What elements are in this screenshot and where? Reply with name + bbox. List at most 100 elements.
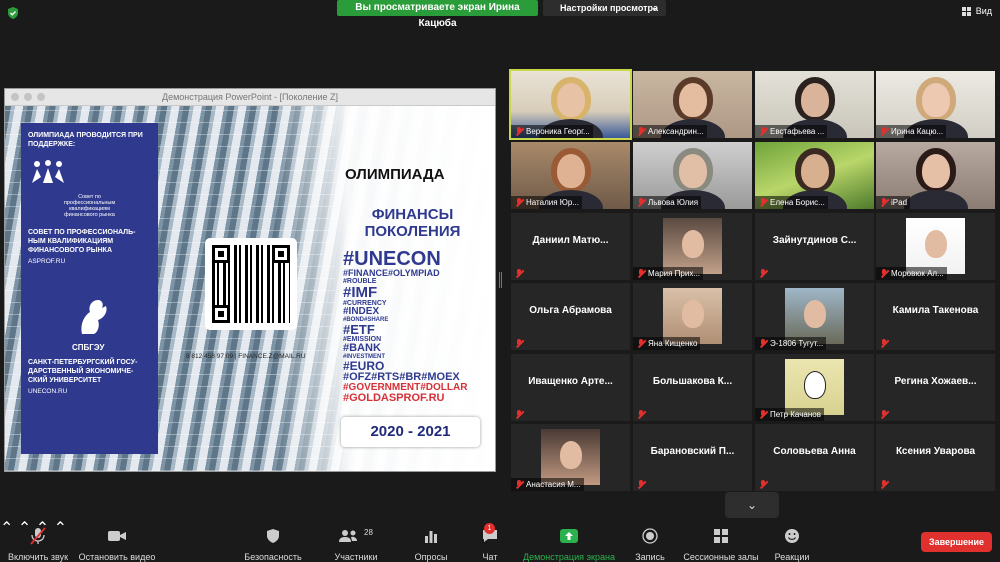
participants-button[interactable]: 28 Участники — [328, 527, 384, 562]
participant-name: Евстафьева ... — [770, 127, 825, 136]
participant-name-label: Анастасия М... — [511, 478, 584, 491]
chevron-down-icon: ⌄ — [746, 498, 758, 512]
participant-tile[interactable]: Ксения Уварова — [876, 424, 995, 491]
mic-muted-icon — [759, 127, 767, 136]
participant-name-display: Даниил Матю... — [532, 235, 609, 246]
participant-tile[interactable]: Барановский П... — [633, 424, 752, 491]
participant-tile[interactable]: Даниил Матю... — [511, 213, 630, 280]
participant-tile[interactable]: Елена Борис... — [755, 142, 874, 209]
participant-tile[interactable]: Ирина Кацю... — [876, 71, 995, 138]
university-name: САНКТ-ПЕТЕРБУРГСКИЙ ГОСУ-ДАРСТВЕННЫЙ ЭКО… — [28, 359, 138, 384]
participant-tile[interactable]: Яна Кищенко — [633, 283, 752, 350]
participant-name-label — [511, 408, 526, 421]
participant-name: Львова Юлия — [648, 198, 699, 207]
hashtag: #BANK — [343, 342, 381, 354]
polls-button[interactable]: Опросы — [410, 527, 452, 562]
view-button[interactable]: Вид — [961, 6, 992, 16]
participant-tile[interactable]: Евстафьева ... — [755, 71, 874, 138]
support-panel: ОЛИМПИАДА ПРОВОДИТСЯ ПРИ ПОДДЕРЖКЕ: Сове… — [21, 123, 158, 454]
participant-tile[interactable]: Вероника Георг... — [509, 69, 632, 140]
participants-label: Участники — [334, 552, 378, 562]
security-button[interactable]: Безопасность — [240, 527, 306, 562]
participant-tile[interactable]: Моровюк Ал... — [876, 213, 995, 280]
council-link: ASPROF.RU — [28, 258, 66, 265]
reactions-button[interactable]: Реакции — [772, 527, 812, 562]
participant-name: Яна Кищенко — [648, 339, 698, 348]
mic-muted-icon — [515, 127, 523, 136]
profile-photo — [541, 429, 600, 485]
participant-tile[interactable]: Соловьева Анна — [755, 424, 874, 491]
meeting-toolbar: Включить звук ⌃ Остановить видео ⌃ Безоп… — [0, 518, 1000, 562]
participant-tile[interactable]: Э-1806 Тугут... — [755, 283, 874, 350]
participant-name-label: Евстафьева ... — [755, 125, 828, 138]
hashtag: #ETF — [343, 322, 375, 337]
window-controls — [11, 93, 45, 101]
council-logo-icon — [32, 160, 64, 183]
participant-tile[interactable]: Камила Такенова — [876, 283, 995, 350]
view-options-label: Настройки просмотра — [560, 3, 659, 13]
participant-name: Александрин... — [648, 127, 704, 136]
gallery-next-page-button[interactable]: ⌄ — [725, 492, 779, 518]
stop-video-button[interactable]: Остановить видео — [78, 527, 156, 562]
participant-tile[interactable]: Наталия Юр... — [511, 142, 630, 209]
mic-muted-icon — [637, 339, 645, 348]
participant-tile[interactable]: Львова Юлия — [633, 142, 752, 209]
chat-unread-badge: 1 — [484, 523, 495, 534]
participant-name-label: Александрин... — [633, 125, 707, 138]
participant-tile[interactable]: iPad — [876, 142, 995, 209]
participant-name-label: Львова Юлия — [633, 196, 702, 209]
participant-tile[interactable]: Иващенко Арте... — [511, 354, 630, 421]
profile-photo — [663, 288, 722, 344]
participant-name: Петр Качанов — [770, 410, 821, 419]
top-bar: Вы просматриваете экран Ирина Кацюба Нас… — [0, 0, 1000, 29]
mic-muted-icon — [880, 198, 888, 207]
participants-icon — [339, 530, 358, 542]
view-button-label: Вид — [975, 6, 992, 16]
participant-name-display: Соловьева Анна — [773, 446, 856, 457]
participant-tile[interactable]: Александрин... — [633, 71, 752, 138]
university-link: UNECON.RU — [28, 388, 68, 395]
unmute-button[interactable]: Включить звук — [6, 527, 70, 562]
hashtag: #FINANCE#OLYMPIAD — [343, 268, 440, 278]
participant-tile[interactable]: Анастасия М... — [511, 424, 630, 491]
participant-tile[interactable]: Мария Прих... — [633, 213, 752, 280]
mic-muted-icon — [637, 269, 645, 278]
support-heading: ОЛИМПИАДА ПРОВОДИТСЯ ПРИ ПОДДЕРЖКЕ: — [28, 132, 143, 148]
participant-tile[interactable]: Петр Качанов — [755, 354, 874, 421]
view-options-dropdown[interactable]: Настройки просмотра ⌄ — [543, 0, 666, 16]
hashtag: #GOLDASPROF.RU — [343, 392, 445, 404]
breakout-rooms-button[interactable]: Сессионные залы — [682, 527, 760, 562]
olympiad-heading: ОЛИМПИАДА — [345, 166, 445, 183]
breakout-rooms-icon — [714, 529, 728, 543]
participant-name-label — [876, 337, 891, 350]
participant-tile[interactable]: Зайнутдинов С... — [755, 213, 874, 280]
participant-name: Анастасия М... — [526, 480, 581, 489]
participant-name-display: Барановский П... — [650, 446, 735, 457]
participant-name-label: Елена Борис... — [755, 196, 828, 209]
participant-tile[interactable]: Регина Хожаев... — [876, 354, 995, 421]
mic-muted-icon — [880, 339, 888, 348]
end-meeting-button[interactable]: Завершение — [921, 532, 992, 552]
shield-check-icon[interactable] — [6, 6, 20, 20]
participant-name: Вероника Георг... — [526, 127, 590, 136]
university-abbr: СПБГЭУ — [72, 343, 105, 352]
record-button[interactable]: Запись — [632, 527, 668, 562]
profile-photo — [785, 359, 844, 415]
participant-tile[interactable]: Ольга Абрамова — [511, 283, 630, 350]
participant-name-label: iPad — [876, 196, 911, 209]
participant-name-label: Ирина Кацю... — [876, 125, 947, 138]
share-screen-label: Демонстрация экрана — [523, 552, 615, 562]
split-divider-handle[interactable] — [499, 272, 502, 288]
polls-label: Опросы — [414, 552, 448, 562]
council-logo-text: Совет по профессиональным квалификациям … — [63, 194, 116, 218]
participant-name-label: Яна Кищенко — [633, 337, 701, 350]
participant-name-display: Ольга Абрамова — [529, 305, 612, 316]
participant-name-display: Регина Хожаев... — [894, 376, 977, 387]
chat-button[interactable]: 1 Чат — [474, 523, 506, 562]
participant-name-display: Камила Такенова — [892, 305, 979, 316]
olympiad-title: ФИНАНСЫ ПОКОЛЕНИЯ — [350, 206, 475, 240]
participant-tile[interactable]: Большакова К... — [633, 354, 752, 421]
share-screen-button[interactable]: Демонстрация экрана — [522, 527, 616, 562]
qr-code — [205, 238, 297, 330]
mic-muted-icon — [880, 269, 888, 278]
